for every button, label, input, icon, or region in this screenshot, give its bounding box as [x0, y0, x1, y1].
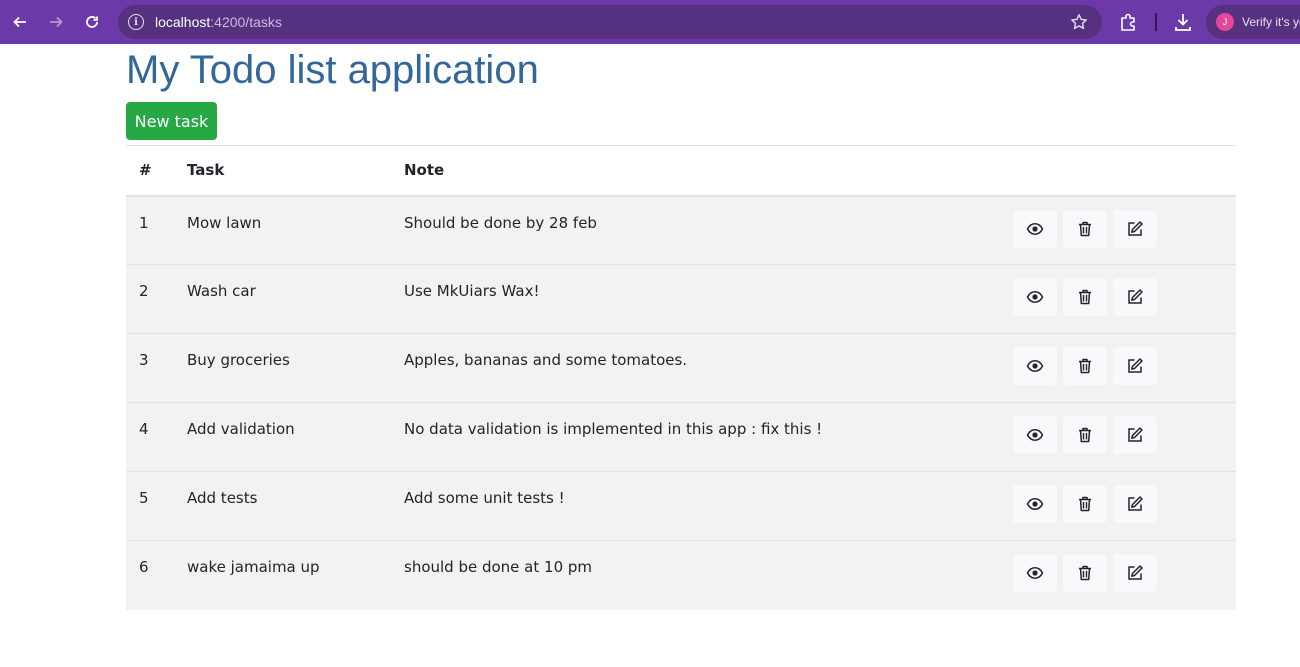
task-number: 2	[126, 264, 174, 334]
eye-icon	[1026, 291, 1044, 303]
reload-icon	[86, 16, 98, 28]
trash-icon	[1078, 358, 1091, 374]
eye-icon	[1026, 567, 1044, 579]
table-row: 1 Mow lawn Should be done by 28 feb	[126, 195, 1236, 265]
extensions-icon[interactable]	[1118, 11, 1140, 33]
eye-icon	[1026, 222, 1044, 235]
task-number: 5	[126, 471, 174, 541]
avatar: J	[1216, 13, 1234, 31]
edit-task-button[interactable]	[1112, 554, 1157, 592]
edit-task-button[interactable]	[1112, 416, 1157, 454]
url-text[interactable]: localhost:4200/tasks	[155, 14, 282, 30]
edit-icon	[1127, 289, 1143, 304]
trash-icon	[1078, 289, 1091, 305]
trash-icon	[1078, 496, 1091, 512]
task-name: Mow lawn	[174, 195, 391, 265]
task-number: 6	[126, 540, 174, 610]
trash-icon	[1078, 221, 1091, 236]
edit-icon	[1127, 220, 1143, 236]
edit-icon	[1127, 496, 1143, 511]
edit-task-button[interactable]	[1112, 209, 1157, 248]
view-task-button[interactable]	[1013, 554, 1057, 592]
task-name: Add validation	[174, 402, 391, 472]
back-button[interactable]	[2, 0, 38, 44]
task-actions	[1000, 471, 1236, 541]
delete-task-button[interactable]	[1062, 416, 1107, 454]
task-note: Add some unit tests !	[391, 471, 1000, 541]
task-name: Wash car	[174, 264, 391, 334]
arrow-left-icon	[13, 16, 26, 28]
site-info-icon[interactable]: i	[128, 14, 144, 30]
eye-icon	[1026, 498, 1044, 510]
download-icon[interactable]	[1172, 11, 1194, 33]
eye-icon	[1026, 360, 1044, 372]
header-actions	[1000, 145, 1236, 197]
task-table: # Task Note 1 Mow lawn Should be done by…	[126, 145, 1236, 610]
trash-icon	[1078, 427, 1091, 443]
task-actions	[1000, 264, 1236, 334]
view-task-button[interactable]	[1013, 416, 1057, 454]
delete-task-button[interactable]	[1062, 554, 1107, 592]
header-number: #	[126, 145, 174, 197]
table-header-row: # Task Note	[126, 145, 1236, 197]
task-number: 3	[126, 333, 174, 403]
edit-icon	[1127, 565, 1143, 580]
table-row: 4 Add validation No data validation is i…	[126, 402, 1236, 472]
task-note: Apples, bananas and some tomatoes.	[391, 333, 1000, 403]
view-task-button[interactable]	[1013, 347, 1057, 385]
delete-task-button[interactable]	[1062, 209, 1107, 248]
bookmark-star-icon[interactable]	[1070, 13, 1088, 31]
table-row: 2 Wash car Use MkUiars Wax!	[126, 264, 1236, 334]
task-actions	[1000, 333, 1236, 403]
new-task-button[interactable]: New task	[126, 102, 217, 140]
edit-icon	[1127, 358, 1143, 373]
task-actions	[1000, 540, 1236, 610]
header-note: Note	[391, 145, 1000, 197]
task-actions	[1000, 402, 1236, 472]
task-number: 1	[126, 195, 174, 265]
reload-button[interactable]	[74, 0, 110, 44]
task-number: 4	[126, 402, 174, 472]
table-row: 5 Add tests Add some unit tests !	[126, 471, 1236, 541]
view-task-button[interactable]	[1013, 485, 1057, 523]
toolbar-divider	[1155, 13, 1157, 31]
task-note: should be done at 10 pm	[391, 540, 1000, 610]
eye-icon	[1026, 429, 1044, 441]
edit-icon	[1127, 427, 1143, 442]
view-task-button[interactable]	[1013, 278, 1057, 316]
delete-task-button[interactable]	[1062, 485, 1107, 523]
task-actions	[1000, 195, 1236, 265]
delete-task-button[interactable]	[1062, 278, 1107, 316]
trash-icon	[1078, 565, 1091, 581]
task-name: Buy groceries	[174, 333, 391, 403]
task-name: wake jamaima up	[174, 540, 391, 610]
view-task-button[interactable]	[1013, 209, 1057, 248]
table-row: 6 wake jamaima up should be done at 10 p…	[126, 540, 1236, 610]
page-title: My Todo list application	[126, 48, 539, 92]
profile-button[interactable]: J Verify it's you	[1206, 5, 1300, 39]
edit-task-button[interactable]	[1112, 347, 1157, 385]
task-note: Should be done by 28 feb	[391, 195, 1000, 265]
task-name: Add tests	[174, 471, 391, 541]
task-note: Use MkUiars Wax!	[391, 264, 1000, 334]
delete-task-button[interactable]	[1062, 347, 1107, 385]
task-note: No data validation is implemented in thi…	[391, 402, 1000, 472]
profile-status-text: Verify it's you	[1242, 15, 1300, 29]
arrow-right-icon	[50, 16, 63, 28]
browser-toolbar: i localhost:4200/tasks J Verify it's you	[0, 0, 1300, 44]
table-body: 1 Mow lawn Should be done by 28 feb 2 Wa…	[126, 195, 1236, 610]
edit-task-button[interactable]	[1112, 278, 1157, 316]
edit-task-button[interactable]	[1112, 485, 1157, 523]
forward-button[interactable]	[38, 0, 74, 44]
table-row: 3 Buy groceries Apples, bananas and some…	[126, 333, 1236, 403]
address-bar[interactable]: i localhost:4200/tasks	[118, 5, 1102, 39]
header-task: Task	[174, 145, 391, 197]
